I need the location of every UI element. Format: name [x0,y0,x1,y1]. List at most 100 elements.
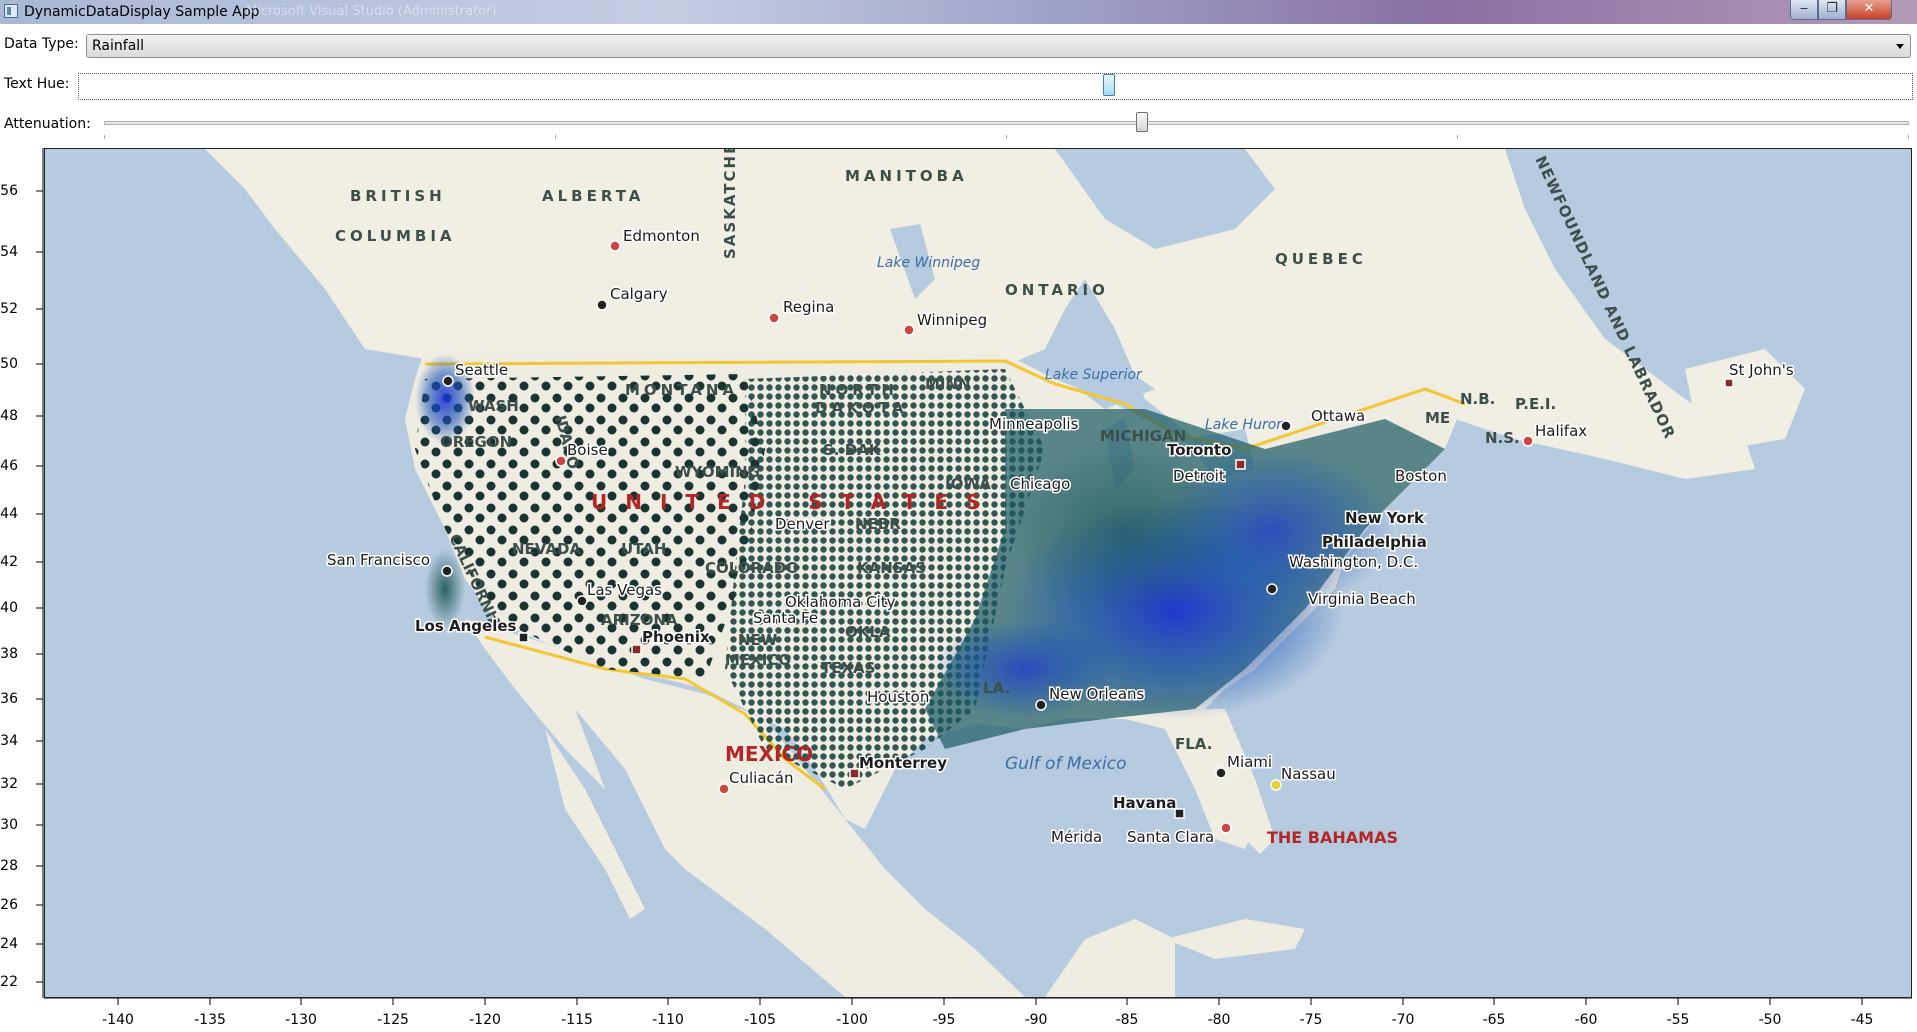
city-label: Seattle [455,361,508,379]
y-tick-label: 52 [0,301,18,317]
city-label: St John's [1729,361,1794,379]
y-tick-label: 50 [0,356,18,372]
region-label: MEXICO [725,651,791,669]
city-label: Phoenix [642,628,710,646]
city-label: New Orleans [1049,685,1145,703]
city-label: Culiacán [729,769,793,787]
city-marker [1724,378,1734,388]
slider-tick [1908,135,1909,139]
region-label: WYOMING [675,463,760,481]
x-tick-label: -90 [1025,1012,1048,1028]
region-label: UTAH [621,540,666,558]
data-type-value: Rainfall [92,38,145,54]
region-label: MANITOBA [845,167,968,185]
region-label: P.E.I. [1515,395,1556,413]
maximize-button[interactable]: ❐ [1818,0,1846,20]
attenuation-label: Attenuation: [4,116,91,132]
slider-tick [555,135,556,139]
region-label: MINN [925,375,971,393]
city-label: Washington, D.C. [1289,553,1418,571]
chevron-down-icon[interactable] [1896,44,1904,49]
city-marker [1220,822,1232,834]
app-icon [4,4,18,18]
region-label: OKLA [845,623,891,641]
x-tick-label: -130 [285,1012,317,1028]
region-label: N.S. [1485,429,1520,447]
x-tick-label: -120 [469,1012,501,1028]
city-label: Miami [1227,753,1272,771]
text-hue-thumb[interactable] [1103,74,1115,96]
city-label: San Francisco [327,551,430,569]
y-tick-label: 22 [0,974,18,990]
region-label: NEVADA [512,540,581,558]
city-label: Edmonton [623,227,700,245]
slider-tick [104,135,105,139]
x-tick-label: -45 [1851,1012,1874,1028]
region-label: ALBERTA [542,187,644,205]
country-label-bahamas: THE BAHAMAS [1267,828,1398,847]
y-tick-label: 46 [0,458,18,474]
city-label: Boise [567,441,608,459]
y-tick-label: 54 [0,244,18,260]
region-label: ME [1425,409,1450,427]
y-tick-label: 38 [0,646,18,662]
city-label: Winnipeg [917,311,987,329]
x-tick-label: -110 [652,1012,684,1028]
y-tick-label: 44 [0,506,18,522]
city-label: Detroit [1173,467,1225,485]
x-tick-label: -60 [1575,1012,1598,1028]
city-label: Mérida [1051,828,1102,846]
x-tick-label: -50 [1759,1012,1782,1028]
slider-tick [1457,135,1458,139]
city-label: Houston [867,688,929,706]
country-label-usa: UNITED STATES [591,490,998,514]
y-tick-label: 32 [0,776,18,792]
city-label: Regina [783,298,834,316]
minimize-button[interactable]: ‒ [1790,0,1818,20]
close-button[interactable]: ✕ [1846,0,1892,20]
region-label: OREGON [440,433,512,451]
attenuation-slider[interactable] [104,121,1909,125]
x-tick-label: -55 [1667,1012,1690,1028]
y-tick-label: 48 [0,408,18,424]
title-bar: DynamicDataDisplay Sample App Microsoft … [0,0,1917,24]
region-label: SASKATCHEWA [721,149,739,259]
region-label: S. DAK [823,441,882,459]
city-marker [1235,459,1246,470]
region-label: BRITISH [350,187,446,205]
region-label: LA. [983,679,1010,697]
region-label: COLORADO [705,559,799,577]
data-type-select[interactable]: Rainfall [86,34,1911,58]
water-label: Lake Winnipeg [877,255,980,271]
water-label: Gulf of Mexico [1005,754,1127,774]
region-label: NEW [738,631,778,649]
region-label: N.B. [1460,390,1495,408]
water-label: Lake Superior [1045,367,1143,383]
region-label: WASH [468,397,519,415]
city-label: Nassau [1281,765,1336,783]
region-label: KANSAS [857,559,926,577]
city-label: Calgary [610,285,668,303]
city-label: Philadelphia [1322,533,1427,551]
x-tick-label: -95 [933,1012,956,1028]
region-label: TEXAS [821,659,875,677]
x-tick-label: -70 [1392,1012,1415,1028]
city-label: Las Vegas [587,581,662,599]
city-marker [1280,420,1292,432]
city-marker [768,312,780,324]
y-tick-label: 36 [0,691,18,707]
y-tick-label: 42 [0,554,18,570]
background-window-title: Microsoft Visual Studio (Administrator) [246,4,497,19]
city-marker [441,565,453,577]
rainfall-wet-gulf [935,619,1115,719]
y-axis: 56 54 52 50 48 46 44 42 40 38 36 34 32 3… [0,148,44,998]
city-label: New York [1345,509,1425,527]
text-hue-slider[interactable] [78,73,1913,100]
city-label: Virginia Beach [1308,590,1416,608]
city-label: Minneapolis [989,415,1079,433]
attenuation-thumb[interactable] [1136,112,1148,132]
city-marker [442,375,454,387]
region-label: DAKOTA [815,399,907,417]
city-marker [1270,779,1282,791]
map-plot[interactable]: BRITISH COLUMBIA ALBERTA MANITOBA ONTARI… [44,148,1912,998]
